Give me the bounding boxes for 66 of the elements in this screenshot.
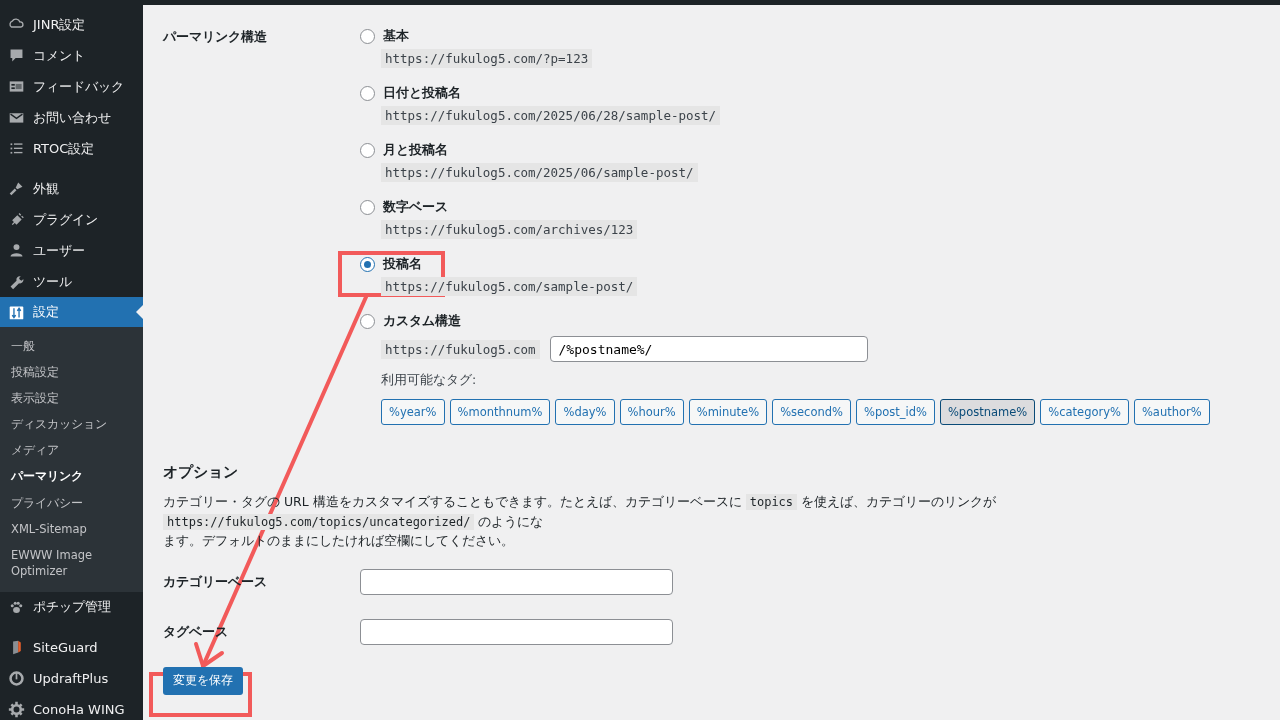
- submenu-item[interactable]: 投稿設定: [0, 359, 143, 386]
- tag-button[interactable]: %second%: [772, 399, 851, 425]
- save-button[interactable]: 変更を保存: [163, 666, 243, 695]
- menu-item[interactable]: ポチップ管理: [0, 591, 143, 623]
- tag-button[interactable]: %day%: [555, 399, 615, 425]
- radio-button[interactable]: [360, 28, 375, 44]
- menu-item[interactable]: ConoHa WING: [0, 693, 143, 720]
- tag-button[interactable]: %hour%: [619, 399, 684, 425]
- gear-icon: [8, 700, 25, 718]
- radio-button[interactable]: [360, 256, 375, 272]
- submenu-item[interactable]: ディスカッション: [0, 411, 143, 438]
- url-example: https://fukulog5.com/sample-post/: [381, 277, 638, 296]
- menu-item[interactable]: コメント: [0, 40, 143, 71]
- menu-item[interactable]: フィードバック: [0, 71, 143, 102]
- menu-item[interactable]: 設定: [0, 297, 143, 327]
- url-example: https://fukulog5.com/2025/06/sample-post/: [381, 163, 698, 182]
- tag-button[interactable]: %post_id%: [856, 399, 935, 425]
- tag-button[interactable]: %author%: [1133, 399, 1210, 425]
- submenu-item[interactable]: 表示設定: [0, 385, 143, 412]
- person-icon: [8, 242, 25, 259]
- menu-item[interactable]: 外観: [0, 173, 143, 204]
- option-label: 投稿名: [383, 255, 422, 273]
- id-card-icon: [8, 78, 25, 95]
- submenu-item[interactable]: 一般: [0, 333, 143, 360]
- ring-icon: [8, 669, 25, 687]
- menu-item[interactable]: RTOC設定: [0, 133, 143, 164]
- option-label: カスタム構造: [383, 312, 461, 330]
- radio-button[interactable]: [360, 199, 375, 215]
- tag-button[interactable]: %year%: [381, 399, 445, 425]
- list-icon: [8, 140, 25, 157]
- submenu-item[interactable]: XML-Sitemap: [0, 515, 143, 542]
- url-example: https://fukulog5.com/?p=123: [381, 49, 593, 68]
- radio-button[interactable]: [360, 85, 375, 101]
- menu-item[interactable]: プラグイン: [0, 204, 143, 235]
- field-label: パーマリンク構造: [163, 28, 268, 46]
- radio-button[interactable]: [360, 313, 375, 329]
- option-label: 数字ベース: [383, 198, 448, 216]
- option-label: 基本: [383, 27, 409, 45]
- menu-item[interactable]: ツール: [0, 266, 143, 297]
- text-field[interactable]: [360, 618, 673, 645]
- structure-field[interactable]: /%postname%/: [549, 336, 868, 362]
- radio-button[interactable]: [360, 142, 375, 158]
- menu-item[interactable]: お問い合わせ: [0, 102, 143, 133]
- option-label: 月と投稿名: [383, 141, 448, 159]
- menu-item[interactable]: SiteGuard: [0, 631, 143, 663]
- text-field[interactable]: [360, 568, 673, 595]
- tag-button[interactable]: %minute%: [688, 399, 768, 425]
- option-label: 日付と投稿名: [383, 84, 461, 102]
- tag-button[interactable]: %category%: [1040, 399, 1129, 425]
- url-example: https://fukulog5.com/archives/123: [381, 220, 638, 239]
- section-heading: オプション: [163, 463, 239, 482]
- menu-item[interactable]: UpdraftPlus: [0, 662, 143, 694]
- submenu-item[interactable]: プライバシー: [0, 489, 143, 516]
- brush-icon: [8, 180, 25, 197]
- url-example: https://fukulog5.com/2025/06/28/sample-post/: [381, 106, 721, 125]
- menu-item[interactable]: ユーザー: [0, 235, 143, 266]
- submenu-item[interactable]: EWWW Image Optimizer: [0, 541, 143, 584]
- submenu-item[interactable]: メディア: [0, 437, 143, 464]
- menu-item[interactable]: JINR設定: [0, 9, 143, 40]
- tag-button[interactable]: %postname%: [939, 399, 1036, 425]
- tag-button[interactable]: %monthnum%: [449, 399, 551, 425]
- wrench-icon: [8, 273, 25, 290]
- speech-bubble-icon: [8, 47, 25, 64]
- url-prefix: https://fukulog5.com: [381, 339, 540, 359]
- submenu-item[interactable]: パーマリンク: [0, 463, 143, 490]
- tags-label: 利用可能なタグ:: [381, 372, 478, 389]
